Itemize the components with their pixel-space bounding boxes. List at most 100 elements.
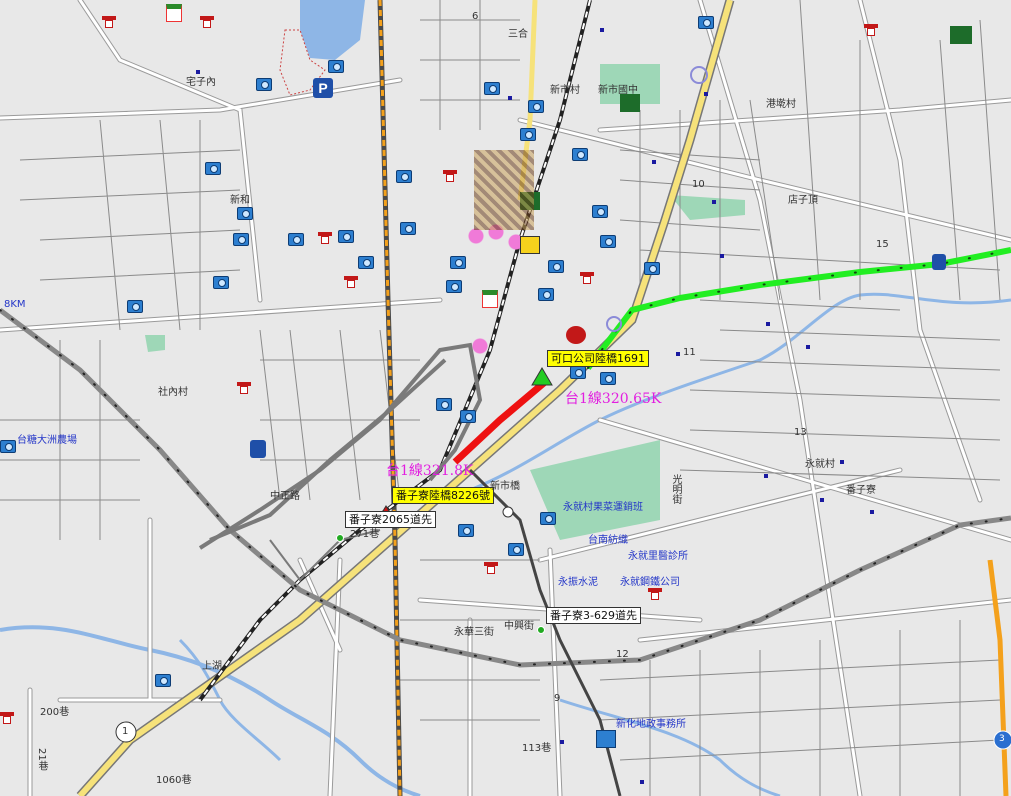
camera-icon[interactable]: [237, 207, 253, 220]
camera-icon[interactable]: [396, 170, 412, 183]
street-label: 光明街: [670, 474, 681, 504]
camera-icon[interactable]: [436, 398, 452, 411]
grid-number: 11: [683, 347, 696, 358]
place-label: 永振水泥: [558, 577, 598, 588]
bus-icon: [520, 236, 540, 254]
grid-number: 9: [554, 693, 561, 704]
camera-icon[interactable]: [256, 78, 272, 91]
place-label: 新和: [230, 195, 250, 206]
place-label: 台南紡織: [588, 535, 628, 546]
station-icon: [596, 730, 616, 748]
place-label: 新市國中: [598, 85, 638, 96]
map-base-layer: [0, 0, 1011, 796]
street-label: 中興街: [504, 621, 534, 632]
km-marker-label: 台1線321.8K: [386, 463, 474, 479]
pond: [300, 0, 365, 60]
camera-icon[interactable]: [540, 512, 556, 525]
temple-icon: [580, 272, 594, 284]
camera-icon[interactable]: [155, 674, 171, 687]
callout-label[interactable]: 番子寮陸橋8226號: [392, 487, 494, 505]
parking-icon: P: [313, 78, 333, 98]
camera-icon[interactable]: [328, 60, 344, 73]
camera-icon[interactable]: [600, 235, 616, 248]
grid-number: 12: [616, 649, 629, 660]
street-label: 271巷: [350, 529, 380, 540]
camera-icon[interactable]: [450, 256, 466, 269]
camera-icon[interactable]: [205, 162, 221, 175]
place-label: 店子頂: [788, 195, 818, 206]
temple-icon: [484, 562, 498, 574]
camera-icon[interactable]: [508, 543, 524, 556]
grid-number: 13: [794, 427, 807, 438]
temple-icon: [237, 382, 251, 394]
place-label: 新市橋: [490, 481, 520, 492]
lotus-icon: [470, 336, 490, 354]
town-center-cluster: [474, 150, 534, 230]
camera-icon[interactable]: [644, 262, 660, 275]
camera-icon[interactable]: [698, 16, 714, 29]
callout-label[interactable]: 番子寮2065道先: [345, 511, 436, 529]
road-shield-number: 3: [999, 734, 1005, 744]
camera-icon[interactable]: [592, 205, 608, 218]
camera-icon[interactable]: [548, 260, 564, 273]
camera-icon[interactable]: [460, 410, 476, 423]
temple-icon: [344, 276, 358, 288]
camera-icon[interactable]: [458, 524, 474, 537]
camera-icon[interactable]: [520, 128, 536, 141]
gas-station-icon: [250, 440, 266, 458]
place-label: 新市村: [550, 85, 580, 96]
camera-icon[interactable]: [570, 366, 586, 379]
place-label: 社內村: [158, 387, 188, 398]
map-canvas[interactable]: P 可口公司陸橋1691 番子寮陸橋8226號 番子寮2065道先 番子寮3-6…: [0, 0, 1011, 796]
park-area: [145, 335, 165, 352]
place-label: 三合: [508, 29, 528, 40]
km-marker-label: 台1線320.65K: [565, 391, 662, 407]
camera-icon[interactable]: [400, 222, 416, 235]
street-label: 中正路: [270, 491, 300, 502]
place-label: 永就里醫診所: [628, 551, 688, 562]
street-label: 永華三街: [454, 627, 494, 638]
place-label: 台糖大洲農場: [17, 435, 77, 446]
temple-icon: [318, 232, 332, 244]
place-label: 上湖: [202, 661, 222, 672]
camera-icon[interactable]: [358, 256, 374, 269]
start-triangle-marker[interactable]: [531, 367, 553, 386]
camera-icon[interactable]: [484, 82, 500, 95]
camera-icon[interactable]: [528, 100, 544, 113]
camera-icon[interactable]: [0, 440, 16, 453]
road-shield-number: 1: [122, 726, 129, 737]
temple-icon: [102, 16, 116, 28]
temple-icon: [200, 16, 214, 28]
grid-number: 6: [472, 11, 479, 22]
camera-icon[interactable]: [338, 230, 354, 243]
street-label: 1060巷: [156, 775, 192, 786]
gas-station-icon: [932, 254, 946, 270]
camera-icon[interactable]: [233, 233, 249, 246]
park-area: [670, 195, 745, 220]
camera-icon[interactable]: [572, 148, 588, 161]
place-label: 永就鋼鐵公司: [620, 577, 680, 588]
callout-label[interactable]: 番子寮3-629道先: [546, 607, 641, 625]
place-label: 永就村: [805, 459, 835, 470]
convenience-store-icon: [482, 290, 498, 308]
place-label: 永就村果菜運銷班: [563, 502, 643, 513]
place-label: 番子寮: [846, 485, 876, 496]
street-label: 200巷: [40, 707, 70, 718]
camera-icon[interactable]: [446, 280, 462, 293]
place-label: 宅子內: [186, 77, 216, 88]
callout-label[interactable]: 可口公司陸橋1691: [547, 350, 649, 368]
street-label: 21巷: [36, 748, 47, 771]
radio-tower-icon: [606, 316, 622, 332]
camera-icon[interactable]: [600, 372, 616, 385]
place-label: 新化地政事務所: [616, 719, 686, 730]
camera-icon[interactable]: [288, 233, 304, 246]
school-icon: [620, 94, 640, 112]
convenience-store-icon: [166, 4, 182, 22]
park-area: [530, 440, 660, 540]
camera-icon[interactable]: [127, 300, 143, 313]
place-label: 8KM: [4, 299, 26, 310]
temple-icon: [0, 712, 14, 724]
camera-icon[interactable]: [213, 276, 229, 289]
camera-icon[interactable]: [538, 288, 554, 301]
temple-icon: [648, 588, 662, 600]
